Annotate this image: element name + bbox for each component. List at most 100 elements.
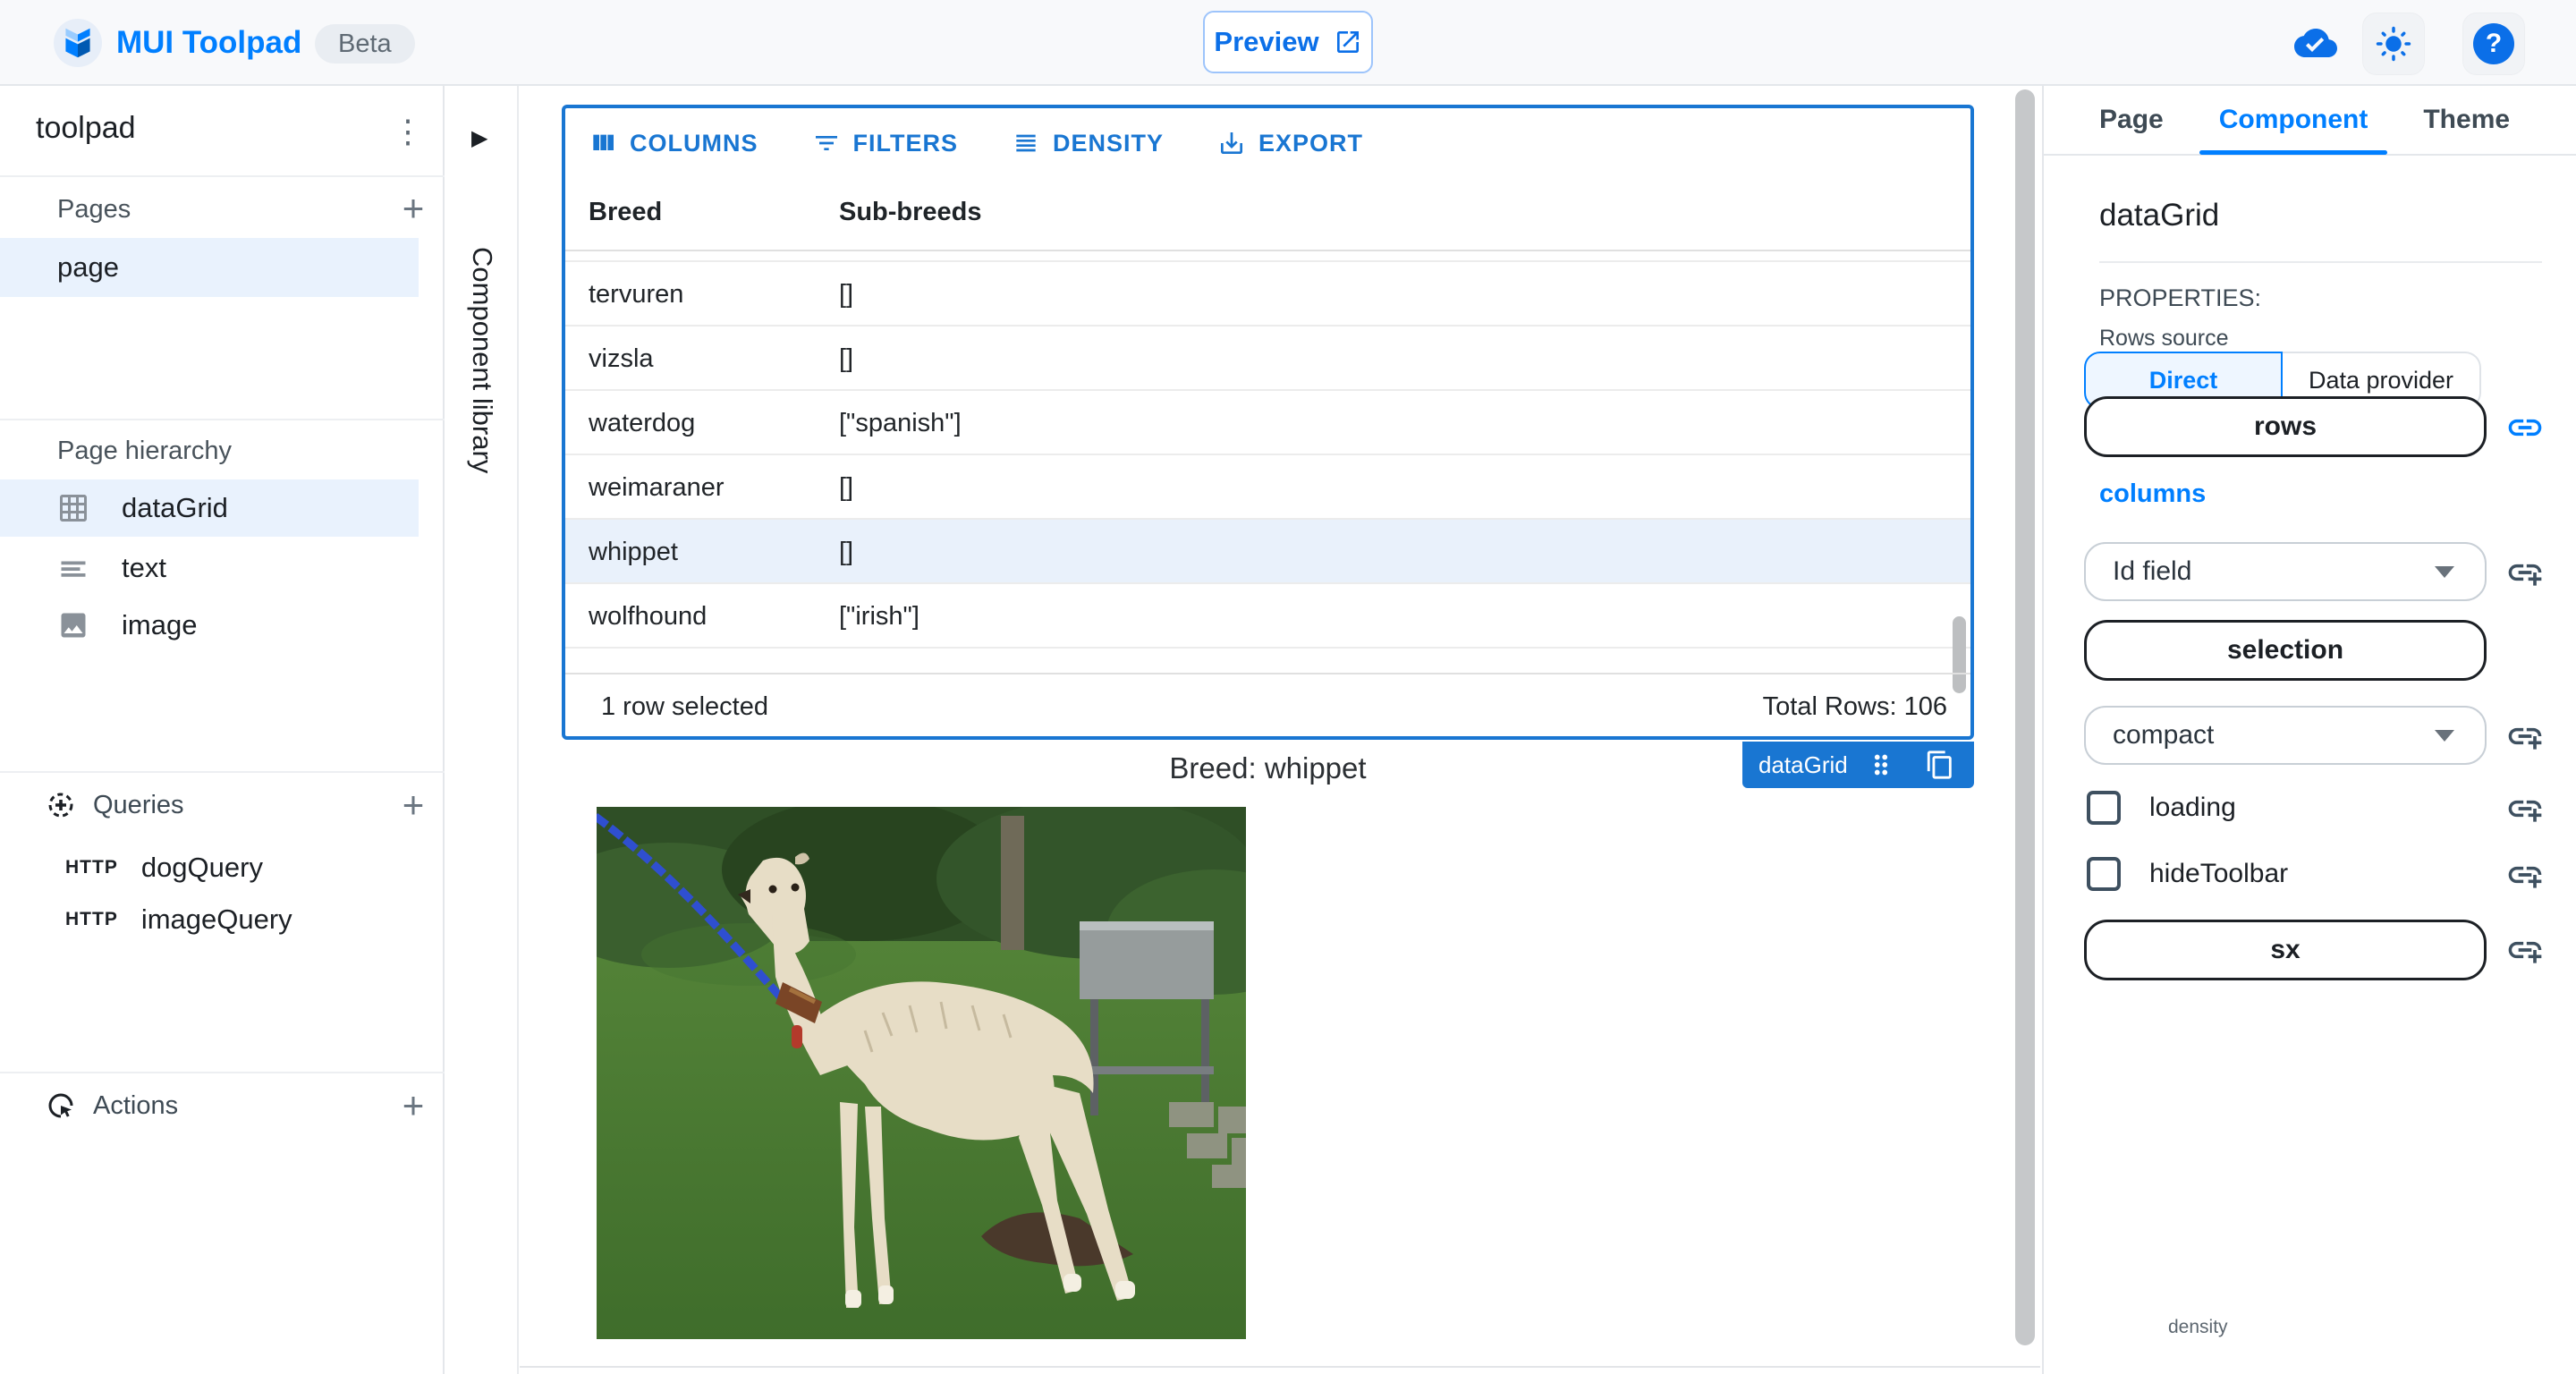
hidetoolbar-checkbox-row: hideToolbar (2087, 857, 2288, 891)
inspector-panel: Page Component Theme dataGrid PROPERTIES… (2042, 86, 2576, 1374)
divider (0, 1072, 445, 1073)
table-row-selected[interactable]: whippet [] (565, 520, 1970, 584)
grid-icon (57, 492, 89, 524)
actions-section-label: Actions (93, 1091, 178, 1121)
chevron-down-icon (2435, 566, 2454, 578)
project-name: toolpad (36, 111, 136, 146)
hierarchy-section-label: Page hierarchy (57, 437, 232, 466)
density-label: density (2159, 1317, 2237, 1338)
project-menu-button[interactable]: ⋮ (392, 113, 424, 150)
explorer-sidebar: toolpad ⋮ Pages + page Page hierarchy da… (0, 86, 445, 1374)
text-icon (57, 552, 89, 584)
rows-selected-status: 1 row selected (601, 692, 768, 722)
queries-section-label: Queries (93, 791, 184, 820)
component-library-strip[interactable]: ▶ Component library (446, 86, 519, 1374)
columns-button[interactable]: COLUMNS (589, 129, 758, 157)
link-icon[interactable] (2505, 408, 2545, 447)
properties-label: PROPERTIES: (2099, 284, 2261, 312)
column-header-subbreeds[interactable]: Sub-breeds (839, 198, 982, 227)
queries-icon (45, 789, 77, 821)
columns-editor-link[interactable]: columns (2099, 479, 2206, 509)
canvas-scrollbar-thumb[interactable] (2015, 89, 2035, 1345)
tab-component[interactable]: Component (2219, 85, 2368, 155)
add-page-button[interactable]: + (394, 189, 433, 228)
sidebar-item-imagequery[interactable]: HTTP imageQuery (0, 891, 419, 948)
pages-section-label: Pages (57, 195, 131, 225)
canvas-bottom-divider (520, 1366, 2040, 1368)
hidetoolbar-checkbox[interactable] (2087, 857, 2121, 891)
export-icon (1217, 129, 1246, 157)
datagrid-header-row[interactable]: Breed Sub-breeds (565, 178, 1970, 251)
sidebar-item-datagrid[interactable]: dataGrid (0, 479, 419, 537)
datagrid-component[interactable]: COLUMNS FILTERS DENSITY EXPORT Breed Sub… (562, 105, 1974, 740)
dog-photo[interactable] (597, 807, 1246, 1339)
density-button[interactable]: DENSITY (1012, 129, 1164, 157)
sidebar-item-image[interactable]: image (0, 598, 419, 653)
tab-theme[interactable]: Theme (2423, 85, 2510, 155)
divider (0, 419, 445, 420)
theme-toggle-button[interactable] (2362, 13, 2425, 75)
open-in-new-icon (1334, 28, 1362, 56)
sidebar-item-label: dataGrid (122, 492, 228, 524)
partial-row (565, 251, 1970, 262)
preview-button[interactable]: Preview (1203, 11, 1373, 73)
hidetoolbar-label: hideToolbar (2149, 859, 2288, 889)
add-query-button[interactable]: + (394, 785, 433, 825)
canvas-scrollbar[interactable] (2015, 89, 2035, 1356)
datagrid-toolbar: COLUMNS FILTERS DENSITY EXPORT (565, 108, 1970, 178)
add-link-icon[interactable] (2505, 553, 2545, 592)
cell-subbreeds: ["irish"] (839, 602, 919, 632)
sidebar-item-dogquery[interactable]: HTTP dogQuery (0, 839, 419, 896)
image-icon (57, 609, 89, 641)
selection-button[interactable]: selection (2084, 620, 2487, 681)
beta-badge: Beta (315, 24, 415, 64)
add-link-icon[interactable] (2505, 789, 2545, 828)
divider (0, 771, 445, 773)
text-component[interactable]: Breed: whippet (562, 751, 1974, 785)
cell-subbreeds: [] (839, 538, 853, 567)
table-row[interactable]: vizsla [] (565, 327, 1970, 391)
http-tag: HTTP (65, 909, 118, 930)
table-row[interactable]: weimaraner [] (565, 455, 1970, 520)
help-icon: ? (2473, 23, 2514, 64)
sidebar-item-text[interactable]: text (0, 540, 419, 596)
cell-subbreeds: [] (839, 344, 853, 374)
add-link-icon[interactable] (2505, 855, 2545, 895)
help-button[interactable]: ? (2462, 13, 2525, 75)
cell-breed: whippet (589, 538, 678, 567)
total-rows-status: Total Rows: 106 (1763, 692, 1947, 722)
sidebar-item-label: image (122, 609, 197, 641)
loading-checkbox[interactable] (2087, 791, 2121, 825)
tab-page[interactable]: Page (2099, 85, 2164, 155)
component-library-label: Component library (466, 247, 498, 473)
expand-arrow-icon[interactable]: ▶ (471, 125, 487, 151)
table-row[interactable]: wolfhound ["irish"] (565, 584, 1970, 649)
sidebar-item-label: imageQuery (141, 903, 292, 936)
cell-breed: wolfhound (589, 602, 707, 632)
http-tag: HTTP (65, 857, 118, 878)
top-bar: MUI Toolpad Beta Preview ? (0, 0, 2576, 86)
id-field-select[interactable]: Id field (2084, 542, 2487, 601)
cloud-sync-icon (2294, 25, 2337, 61)
table-row[interactable]: waterdog ["spanish"] (565, 391, 1970, 455)
add-link-icon[interactable] (2505, 930, 2545, 970)
table-row[interactable]: tervuren [] (565, 262, 1970, 327)
divider (2099, 261, 2542, 263)
preview-button-label: Preview (1214, 26, 1318, 58)
inspector-tabs: Page Component Theme (2044, 86, 2576, 156)
datagrid-rows: tervuren [] vizsla [] waterdog ["spanish… (565, 251, 1970, 671)
export-button[interactable]: EXPORT (1217, 129, 1363, 157)
sidebar-item-page[interactable]: page (0, 238, 419, 297)
sun-icon (2375, 25, 2412, 63)
divider (0, 175, 445, 177)
filters-button[interactable]: FILTERS (812, 129, 959, 157)
sx-button[interactable]: sx (2084, 920, 2487, 980)
rows-source-label: Rows source (2099, 326, 2229, 352)
cell-breed: vizsla (589, 344, 654, 374)
delete-icon[interactable] (1986, 750, 2016, 780)
add-link-icon[interactable] (2505, 717, 2545, 756)
add-action-button[interactable]: + (394, 1086, 433, 1125)
rows-button[interactable]: rows (2084, 396, 2487, 457)
density-select[interactable]: density compact (2084, 706, 2487, 765)
column-header-breed[interactable]: Breed (589, 198, 662, 227)
